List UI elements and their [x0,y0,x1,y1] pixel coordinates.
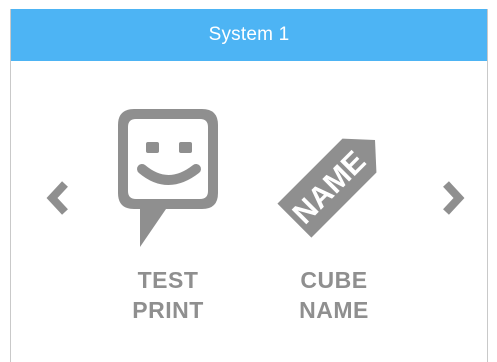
chevron-right-icon [443,181,465,215]
cube-name-label-line1: CUBE [300,267,368,293]
chevron-left-icon [46,181,68,215]
test-print-icon-wrap [108,109,228,257]
page-title: System 1 [208,24,290,45]
cube-name-button[interactable]: NAME CUBE NAME [269,109,399,325]
cube-name-icon-wrap: NAME [274,109,394,257]
test-print-button[interactable]: TEST PRINT [103,109,233,325]
test-print-label-line1: TEST [137,267,199,293]
previous-button[interactable] [38,176,78,220]
smiley-speech-bubble-icon [118,109,218,247]
next-button[interactable] [433,176,473,220]
cube-name-label-line2: NAME [299,297,369,323]
cube-name-label: CUBE NAME [299,265,369,325]
test-print-label-line2: PRINT [132,297,204,323]
name-tag-icon: NAME [277,138,377,238]
screen: System 1 TEST PRINT NAME CUBE NAME [10,9,488,362]
header-bar: System 1 [11,9,487,61]
test-print-label: TEST PRINT [132,265,204,325]
